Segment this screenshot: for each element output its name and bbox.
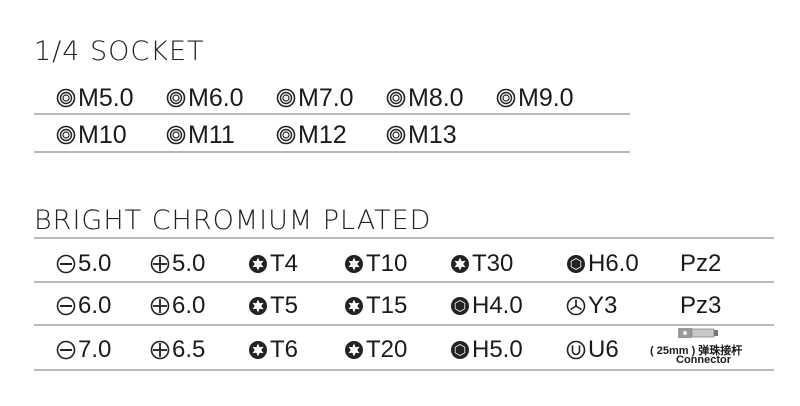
socket-item: M6.0 — [166, 84, 244, 112]
bit-label: T15 — [366, 292, 408, 319]
torx-icon — [248, 254, 268, 274]
bit-item: T5 — [248, 292, 298, 320]
bit-label: M8.0 — [408, 84, 464, 112]
bit-label: 5.0 — [172, 250, 206, 277]
bit-label: 6.5 — [172, 336, 206, 363]
bit-item: Y3 — [566, 292, 617, 320]
bit-label: H6.0 — [588, 250, 639, 277]
socket-item: M13 — [386, 121, 457, 149]
bit-label: T30 — [472, 250, 514, 277]
bit-item: 6.0 — [56, 292, 111, 320]
slotted-icon — [56, 296, 76, 316]
bit-label: M6.0 — [188, 84, 244, 112]
slotted-icon — [56, 340, 76, 360]
torx-icon — [248, 296, 268, 316]
connector-item: ( 25mm ) 弹珠接杆 Connector — [650, 326, 742, 366]
socket-item: M12 — [276, 121, 347, 149]
bit-label: Y3 — [588, 292, 618, 319]
socket-item: M7.0 — [276, 84, 354, 112]
bit-item: 6.0 — [150, 292, 205, 320]
bit-item: Pz2 — [680, 250, 721, 278]
hex-icon — [450, 296, 470, 316]
bit-label: 6.0 — [78, 292, 112, 319]
bit-label: M13 — [408, 121, 457, 149]
bit-label: M7.0 — [298, 84, 354, 112]
divider — [34, 369, 774, 371]
hex-icon — [450, 340, 470, 360]
bit-label: T5 — [270, 292, 299, 319]
divider — [34, 113, 630, 115]
bit-label: T10 — [366, 250, 408, 277]
bit-item: T4 — [248, 250, 298, 278]
bit-label: U6 — [588, 336, 619, 363]
bit-item: H5.0 — [450, 336, 523, 364]
bit-item: H6.0 — [566, 250, 639, 278]
socket-item: M10 — [56, 121, 127, 149]
socket-icon — [56, 88, 76, 108]
bit-item: T15 — [344, 292, 407, 320]
bit-item: Pz3 — [680, 292, 721, 320]
bit-item: T10 — [344, 250, 407, 278]
torx-icon — [344, 340, 364, 360]
slotted-icon — [56, 254, 76, 274]
bit-item: H4.0 — [450, 292, 523, 320]
divider — [34, 151, 630, 153]
socket-icon — [166, 125, 186, 145]
bit-label: Pz3 — [680, 292, 722, 319]
bit-label: T4 — [270, 250, 299, 277]
socket-item: M8.0 — [386, 84, 464, 112]
phillips-icon — [150, 254, 170, 274]
socket-icon — [386, 125, 406, 145]
bit-item: 7.0 — [56, 336, 111, 364]
socket-item: M9.0 — [496, 84, 574, 112]
torx-icon — [450, 254, 470, 274]
socket-icon — [166, 88, 186, 108]
bit-label: T20 — [366, 336, 408, 363]
torx-icon — [248, 340, 268, 360]
socket-icon — [276, 125, 296, 145]
bit-label: M12 — [298, 121, 347, 149]
socket-icon — [496, 88, 516, 108]
socket-icon — [56, 125, 76, 145]
u-icon — [566, 340, 586, 360]
bit-label: H5.0 — [472, 336, 523, 363]
bit-label: T6 — [270, 336, 299, 363]
bit-label: M9.0 — [518, 84, 574, 112]
bit-label: Pz2 — [680, 250, 722, 277]
bit-item: U6 — [566, 336, 619, 364]
socket-icon — [386, 88, 406, 108]
bit-item: T30 — [450, 250, 513, 278]
bit-item: 6.5 — [150, 336, 205, 364]
bit-label: M10 — [78, 121, 127, 149]
socket-title: 1/4 SOCKET — [34, 36, 205, 67]
bit-item: 5.0 — [150, 250, 205, 278]
bit-label: 5.0 — [78, 250, 112, 277]
bit-item: T6 — [248, 336, 298, 364]
divider — [34, 237, 774, 239]
bit-label: M5.0 — [78, 84, 134, 112]
bit-item: T20 — [344, 336, 407, 364]
hex-icon — [566, 254, 586, 274]
bit-label: M11 — [188, 121, 235, 149]
bit-item: 5.0 — [56, 250, 111, 278]
connector-icon — [678, 328, 718, 338]
socket-icon — [276, 88, 296, 108]
bit-label: 6.0 — [172, 292, 206, 319]
phillips-icon — [150, 340, 170, 360]
connector-label: Connector — [676, 354, 731, 366]
triwing-icon — [566, 296, 586, 316]
phillips-icon — [150, 296, 170, 316]
plated-title: BRIGHT CHROMIUM PLATED — [34, 205, 432, 236]
divider — [34, 281, 774, 283]
bit-label: 7.0 — [78, 336, 112, 363]
torx-icon — [344, 296, 364, 316]
socket-item: M11 — [166, 121, 235, 149]
socket-item: M5.0 — [56, 84, 134, 112]
torx-icon — [344, 254, 364, 274]
bit-label: H4.0 — [472, 292, 523, 319]
